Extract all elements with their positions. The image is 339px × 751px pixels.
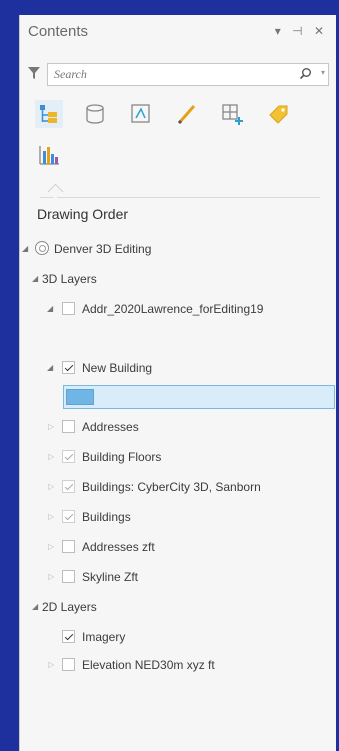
collapse-icon[interactable]: ◢ (47, 363, 53, 372)
tree-item-3d-layers[interactable]: ◢ 3D Layers (20, 270, 330, 288)
expand-icon[interactable]: ▷ (48, 542, 54, 551)
layer-name: Addresses zft (82, 540, 155, 554)
search-box: ▾ (47, 63, 329, 86)
collapse-icon[interactable]: ◢ (22, 244, 28, 253)
tree-item-layer[interactable]: ▷ Skyline Zft (20, 568, 330, 586)
symbol-swatch[interactable] (66, 389, 94, 405)
search-input[interactable] (48, 64, 294, 85)
list-by-snapping-icon[interactable] (219, 100, 247, 128)
visibility-checkbox[interactable] (62, 510, 75, 523)
expand-icon[interactable]: ▷ (48, 422, 54, 431)
tree-item-map[interactable]: ◢ Denver 3D Editing (20, 240, 330, 258)
expand-icon[interactable]: ▷ (48, 512, 54, 521)
contents-pane: Contents ▾ ⊣ ✕ ▾ (19, 15, 336, 751)
visibility-checkbox[interactable] (62, 302, 75, 315)
search-icon[interactable] (299, 67, 312, 85)
search-options-chevron-icon[interactable]: ▾ (321, 68, 325, 77)
layer-name: Skyline Zft (82, 570, 139, 584)
toolbar-divider (40, 197, 320, 198)
pane-window-controls[interactable]: ▾ ⊣ ✕ (275, 24, 328, 38)
visibility-checkbox[interactable] (62, 658, 75, 671)
map-icon (35, 241, 49, 255)
visibility-checkbox[interactable] (62, 570, 75, 583)
tree-item-layer[interactable]: ▷ Elevation NED30m xyz ft (20, 656, 330, 674)
tree-item-layer[interactable]: ▷ Building Floors (20, 448, 330, 466)
layer-name: New Building (82, 361, 153, 375)
visibility-checkbox[interactable] (62, 540, 75, 553)
visibility-checkbox[interactable] (62, 361, 75, 374)
tree-item-2d-layers[interactable]: ◢ 2D Layers (20, 598, 330, 616)
collapse-icon[interactable]: ◢ (32, 274, 38, 283)
visibility-checkbox[interactable] (62, 420, 75, 433)
expand-icon[interactable]: ▷ (48, 452, 54, 461)
visibility-checkbox[interactable] (62, 450, 75, 463)
tree-item-layer[interactable]: ▷ Addresses (20, 418, 330, 436)
view-title: Drawing Order (37, 206, 129, 222)
collapse-icon[interactable]: ◢ (32, 602, 38, 611)
tree-item-layer[interactable]: ◢ Addr_2020Lawrence_forEditing19 (20, 300, 330, 318)
tree-item-layer[interactable]: Imagery (20, 628, 330, 646)
tree-item-layer[interactable]: ▷ Addresses zft (20, 538, 330, 556)
list-by-selection-icon[interactable] (127, 100, 155, 128)
pane-title: Contents (28, 23, 89, 40)
layer-name: Addresses (82, 420, 139, 434)
group-label: 3D Layers (42, 272, 97, 286)
tree-item-layer[interactable]: ▷ Buildings (20, 508, 330, 526)
filter-icon[interactable] (27, 66, 41, 85)
expand-icon[interactable]: ▷ (48, 572, 54, 581)
collapse-icon[interactable]: ◢ (47, 304, 53, 313)
map-name: Denver 3D Editing (54, 242, 152, 256)
list-by-charts-icon[interactable] (35, 141, 63, 169)
visibility-checkbox[interactable] (62, 630, 75, 643)
list-by-labeling-icon[interactable] (264, 100, 292, 128)
layer-name: Buildings (82, 510, 131, 524)
layer-name: Elevation NED30m xyz ft (82, 658, 215, 672)
visibility-checkbox[interactable] (62, 480, 75, 493)
list-by-drawing-order-icon[interactable] (35, 100, 63, 128)
symbol-patch-row[interactable] (63, 385, 335, 409)
list-by-editing-icon[interactable] (173, 100, 201, 128)
expand-icon[interactable]: ▷ (48, 660, 54, 669)
tree-item-layer[interactable]: ◢ New Building (20, 359, 330, 377)
layer-name: Building Floors (82, 450, 162, 464)
list-by-source-icon[interactable] (81, 100, 109, 128)
layer-name: Imagery (82, 630, 126, 644)
layer-name: Addr_2020Lawrence_forEditing19 (82, 302, 264, 316)
tree-item-layer[interactable]: ▷ Buildings: CyberCity 3D, Sanborn (20, 478, 330, 496)
group-label: 2D Layers (42, 600, 97, 614)
layer-name: Buildings: CyberCity 3D, Sanborn (82, 480, 261, 494)
expand-icon[interactable]: ▷ (48, 482, 54, 491)
